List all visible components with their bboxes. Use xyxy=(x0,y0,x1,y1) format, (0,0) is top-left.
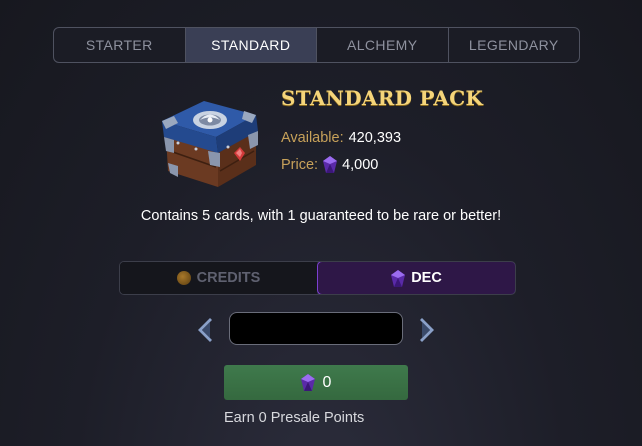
tab-starter[interactable]: STARTER xyxy=(54,28,186,62)
tab-alchemy[interactable]: ALCHEMY xyxy=(317,28,449,62)
dec-button[interactable]: DEC xyxy=(317,262,515,294)
tab-legendary[interactable]: LEGENDARY xyxy=(449,28,580,62)
presale-points-text: Earn 0 Presale Points xyxy=(224,410,365,426)
quantity-input[interactable] xyxy=(229,312,403,345)
tab-standard[interactable]: STANDARD xyxy=(185,28,317,62)
price-row: Price: 4,000 xyxy=(281,156,378,173)
buy-amount: 0 xyxy=(322,373,332,391)
available-value: 420,393 xyxy=(348,130,402,146)
dec-gem-icon xyxy=(300,374,315,391)
pack-chest-icon xyxy=(162,101,258,187)
price-label: Price: xyxy=(281,156,319,173)
dec-gem-icon xyxy=(323,156,338,173)
price-value: 4,000 xyxy=(342,156,379,173)
decrease-arrow-icon[interactable] xyxy=(194,316,216,344)
increase-arrow-icon[interactable] xyxy=(416,316,438,344)
currency-selector: CREDITS DEC xyxy=(119,261,516,295)
dec-label: DEC xyxy=(411,270,442,286)
pack-title: STANDARD PACK xyxy=(281,86,484,110)
available-row: Available: 420,393 xyxy=(281,130,401,146)
credits-button[interactable]: CREDITS xyxy=(120,262,317,294)
credits-label: CREDITS xyxy=(196,270,261,286)
dec-gem-icon xyxy=(391,269,406,287)
pack-description: Contains 5 cards, with 1 guaranteed to b… xyxy=(140,208,502,224)
credits-coin-icon xyxy=(176,271,191,285)
available-label: Available: xyxy=(281,130,344,146)
pack-type-tabs: STARTER STANDARD ALCHEMY LEGENDARY xyxy=(53,27,580,63)
buy-button[interactable]: 0 xyxy=(224,365,408,400)
